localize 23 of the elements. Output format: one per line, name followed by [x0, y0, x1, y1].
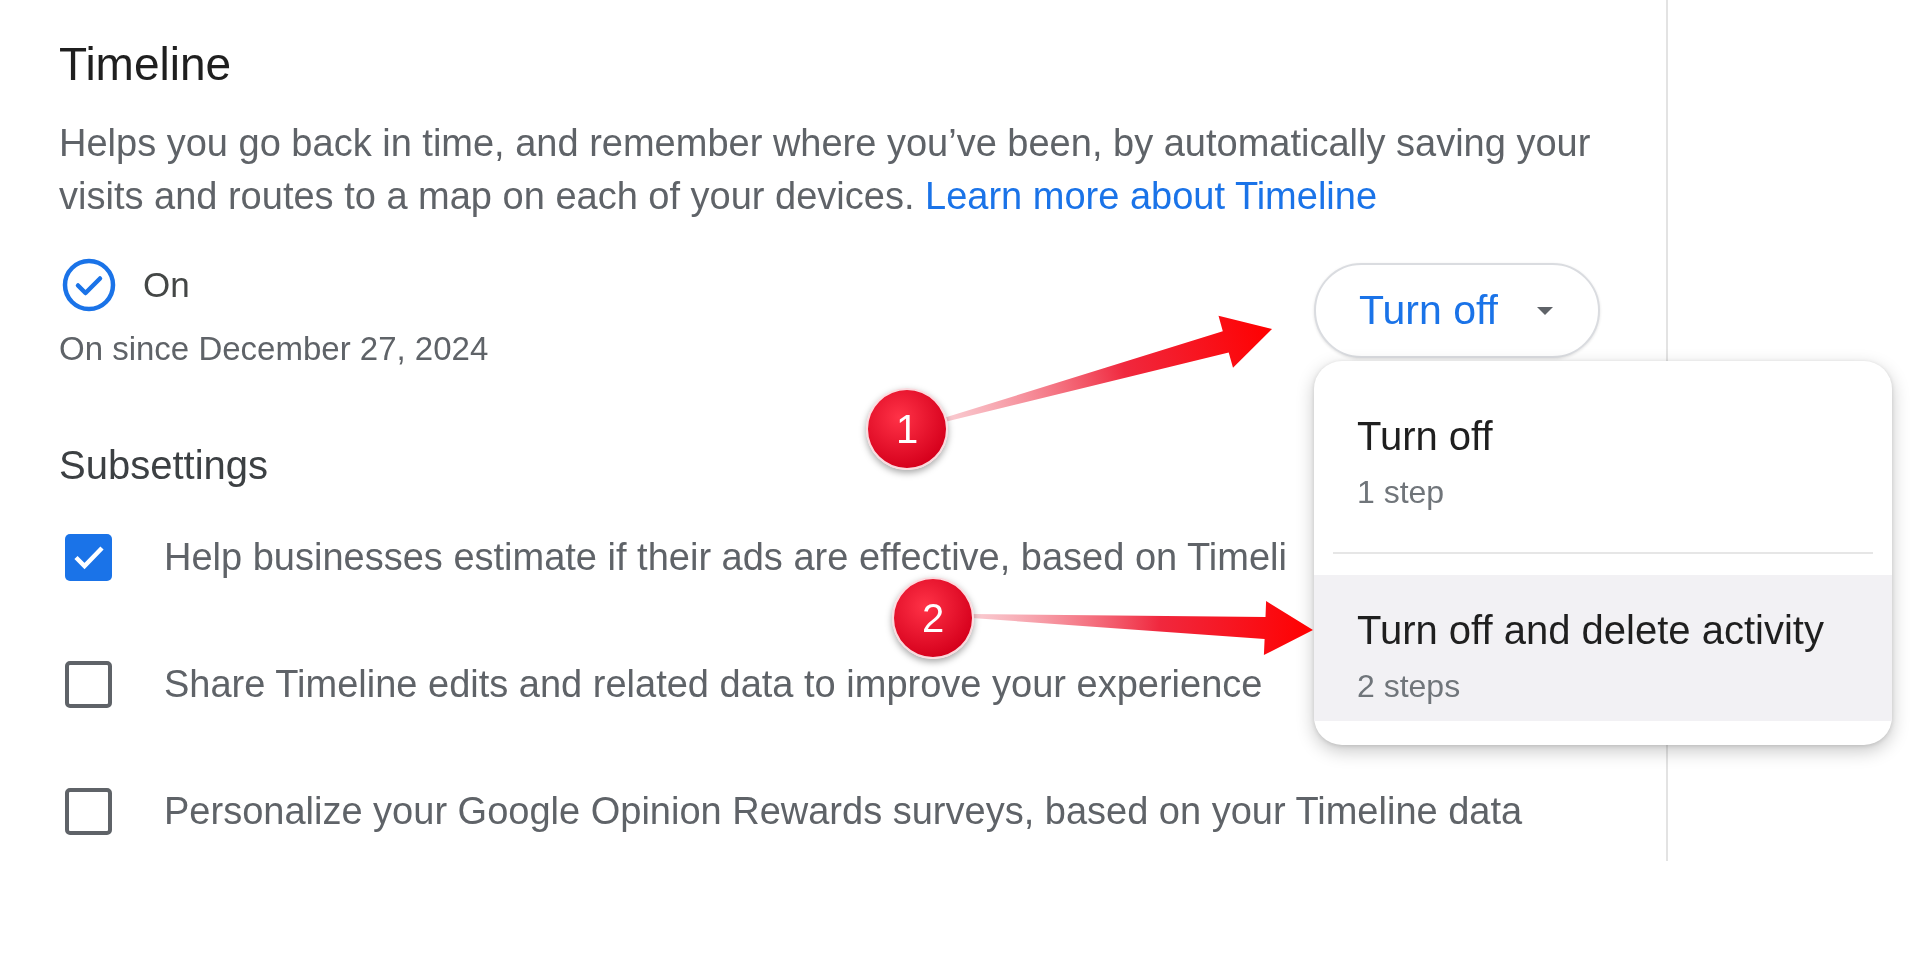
subsetting-label: Help businesses estimate if their ads are effective, based on Timeli	[164, 535, 1287, 580]
menu-item[interactable]: Turn off 1 step	[1314, 381, 1892, 527]
menu-item-subtitle: 1 step	[1357, 473, 1445, 512]
subsetting-label: Personalize your Google Opinion Rewards surveys, based on your Timeline data	[164, 789, 1523, 834]
subsettings-heading: Subsettings	[59, 442, 269, 489]
status-since-text: On since December 27, 2024	[59, 329, 489, 369]
section-title: Timeline	[59, 37, 232, 92]
checkbox[interactable]	[65, 533, 112, 581]
check-icon	[72, 544, 105, 570]
menu-item-title: Turn off	[1357, 413, 1493, 460]
subsetting-label: Share Timeline edits and related data to improve your experience	[164, 662, 1263, 707]
checkbox[interactable]	[65, 660, 112, 708]
checkbox[interactable]	[65, 787, 112, 835]
description-text: Helps you go back in time, and remember where you’ve been, by automatically saving your visits and routes to a map on each of your devices. Learn more about Timeline	[59, 121, 1592, 219]
learn-more-link[interactable]: Learn more about Timeline	[925, 175, 1378, 217]
menu-item-subtitle: 2 steps	[1357, 667, 1461, 706]
step-number-badge: 2	[892, 577, 974, 659]
status-label: On	[143, 265, 190, 305]
turn-off-button[interactable]: Turn off	[1314, 263, 1600, 358]
caret-icon	[1537, 306, 1553, 315]
menu-item-title: Turn off and delete activity	[1357, 607, 1824, 654]
menu-item[interactable]: Turn off and delete activity 2 steps	[1314, 575, 1892, 721]
step-number-badge: 1	[866, 388, 948, 470]
